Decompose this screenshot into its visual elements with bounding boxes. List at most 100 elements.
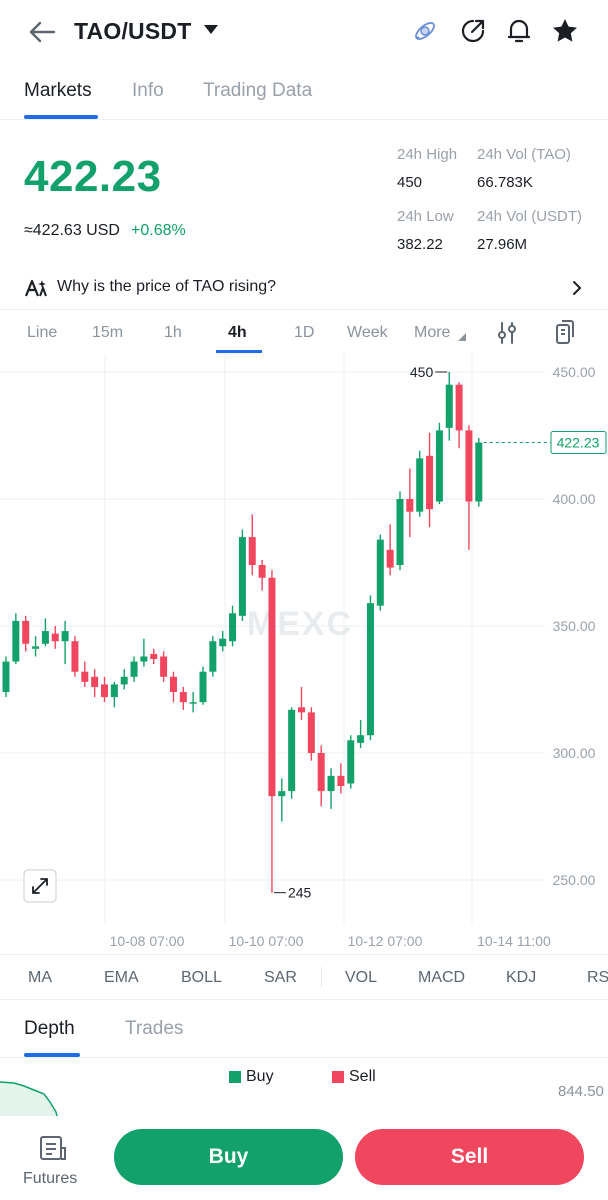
candle-up [278, 791, 286, 797]
top-bar: TAO/USDT [0, 0, 608, 64]
interval-tabs: Line 15m 1h 4h 1D Week More [0, 312, 608, 354]
interval-4h[interactable]: 4h [228, 324, 247, 342]
high-24h-value: 450 [397, 174, 423, 191]
back-arrow-icon[interactable] [26, 16, 58, 48]
satellite-icon[interactable] [410, 16, 440, 46]
current-price-tag-label: 422.23 [557, 435, 600, 451]
candle-up [376, 539, 384, 606]
indicator-kdj[interactable]: KDJ [506, 969, 536, 987]
depth-tabs: Depth Trades [0, 1000, 608, 1058]
ai-insight-icon [24, 279, 47, 297]
x-tick-label: 10-14 11:00 [477, 933, 551, 949]
x-tick-label: 10-10 07:00 [229, 933, 304, 949]
interval-week[interactable]: Week [347, 324, 388, 342]
why-rising-text: Why is the price of TAO rising? [57, 278, 277, 295]
sell-button[interactable]: Sell [355, 1129, 584, 1185]
interval-15m[interactable]: 15m [92, 324, 123, 342]
candle-down [160, 656, 168, 677]
candle-down [337, 775, 345, 787]
buy-legend-swatch [229, 1071, 241, 1083]
candle-down [298, 707, 305, 713]
candle-down [317, 753, 325, 792]
candle-up [110, 684, 118, 698]
bottom-action-bar: Futures Buy Sell [0, 1116, 608, 1200]
candle-down [258, 565, 266, 578]
candle-up [32, 646, 40, 649]
depth-price-label: 844.50 [558, 1083, 604, 1100]
candle-up [41, 631, 49, 644]
active-depth-tab-indicator [24, 1053, 80, 1057]
tab-markets[interactable]: Markets [24, 80, 92, 102]
candle-down [406, 499, 414, 512]
candle-down [71, 641, 79, 672]
star-icon[interactable] [550, 16, 580, 46]
low-24h-value: 382.22 [397, 236, 443, 253]
indicator-sar[interactable]: SAR [264, 969, 297, 987]
vol-usdt-value: 27.96M [477, 236, 528, 253]
y-tick-label: 250.00 [553, 872, 596, 888]
candle-up [199, 671, 207, 703]
candle-up [416, 458, 424, 512]
trading-pair-title[interactable]: TAO/USDT [74, 18, 191, 45]
candle-down [426, 455, 434, 510]
candle-up [189, 702, 197, 704]
watermark-text: MEXC [247, 605, 353, 643]
vol-tao-label: 24h Vol (TAO) [477, 146, 571, 163]
tab-info[interactable]: Info [132, 80, 164, 102]
candlestick-chart[interactable]: MEXC 450.00 400.00 350.00 300.00 250.00 10-08 … [0, 354, 608, 954]
interval-1d[interactable]: 1D [294, 324, 314, 342]
candle-up [445, 384, 453, 428]
copy-layout-icon[interactable] [554, 318, 576, 346]
interval-line[interactable]: Line [27, 324, 57, 342]
indicator-ma[interactable]: MA [28, 969, 52, 987]
candle-down [51, 633, 59, 642]
indicator-macd[interactable]: MACD [418, 969, 465, 987]
active-tab-indicator [24, 115, 98, 119]
candle-down [268, 577, 276, 797]
vol-tao-value: 66.783K [477, 174, 533, 191]
last-price: 422.23 [24, 152, 162, 201]
candle-down [22, 620, 30, 644]
indicator-vol[interactable]: VOL [345, 969, 377, 987]
candle-down [465, 430, 473, 502]
buy-button[interactable]: Buy [114, 1129, 343, 1185]
candle-up [12, 620, 20, 662]
bell-icon[interactable] [504, 16, 534, 46]
candle-up [219, 638, 227, 647]
sell-legend-swatch [332, 1071, 344, 1083]
futures-label[interactable]: Futures [23, 1170, 77, 1188]
tab-depth[interactable]: Depth [24, 1018, 75, 1040]
high-marker-label: 450 [410, 364, 434, 380]
price-change-percent: +0.68% [131, 222, 186, 239]
interval-1h[interactable]: 1h [164, 324, 182, 342]
candle-down [248, 537, 256, 566]
why-rising-banner[interactable]: Why is the price of TAO rising? [0, 266, 608, 310]
candle-up [2, 661, 10, 693]
candle-up [238, 537, 246, 616]
candle-down [101, 684, 108, 698]
share-icon[interactable] [458, 16, 488, 46]
candle-up [61, 631, 69, 642]
more-dropdown-icon[interactable] [458, 333, 466, 341]
candle-up [120, 676, 128, 685]
x-tick-label: 10-08 07:00 [110, 933, 185, 949]
tab-trading-data[interactable]: Trading Data [203, 80, 312, 102]
candle-down [169, 676, 177, 693]
candle-up [475, 442, 483, 502]
indicator-ema[interactable]: EMA [104, 969, 139, 987]
candle-down [307, 712, 315, 753]
dropdown-caret-icon[interactable] [204, 25, 218, 34]
x-tick-label: 10-12 07:00 [348, 933, 423, 949]
candle-down [150, 653, 158, 660]
interval-more[interactable]: More [414, 324, 450, 342]
futures-icon[interactable] [38, 1134, 68, 1162]
indicator-rsi[interactable]: RSI [587, 969, 608, 987]
indicator-bar: MA EMA BOLL SAR VOL MACD KDJ RSI [0, 954, 608, 1000]
indicator-settings-icon[interactable] [496, 320, 518, 346]
indicator-boll[interactable]: BOLL [181, 969, 222, 987]
candle-up [357, 735, 365, 743]
low-marker-label: 245 [288, 885, 312, 901]
candle-up [229, 613, 237, 642]
tab-trades[interactable]: Trades [125, 1018, 183, 1040]
market-tabs: Markets Info Trading Data [0, 70, 608, 120]
